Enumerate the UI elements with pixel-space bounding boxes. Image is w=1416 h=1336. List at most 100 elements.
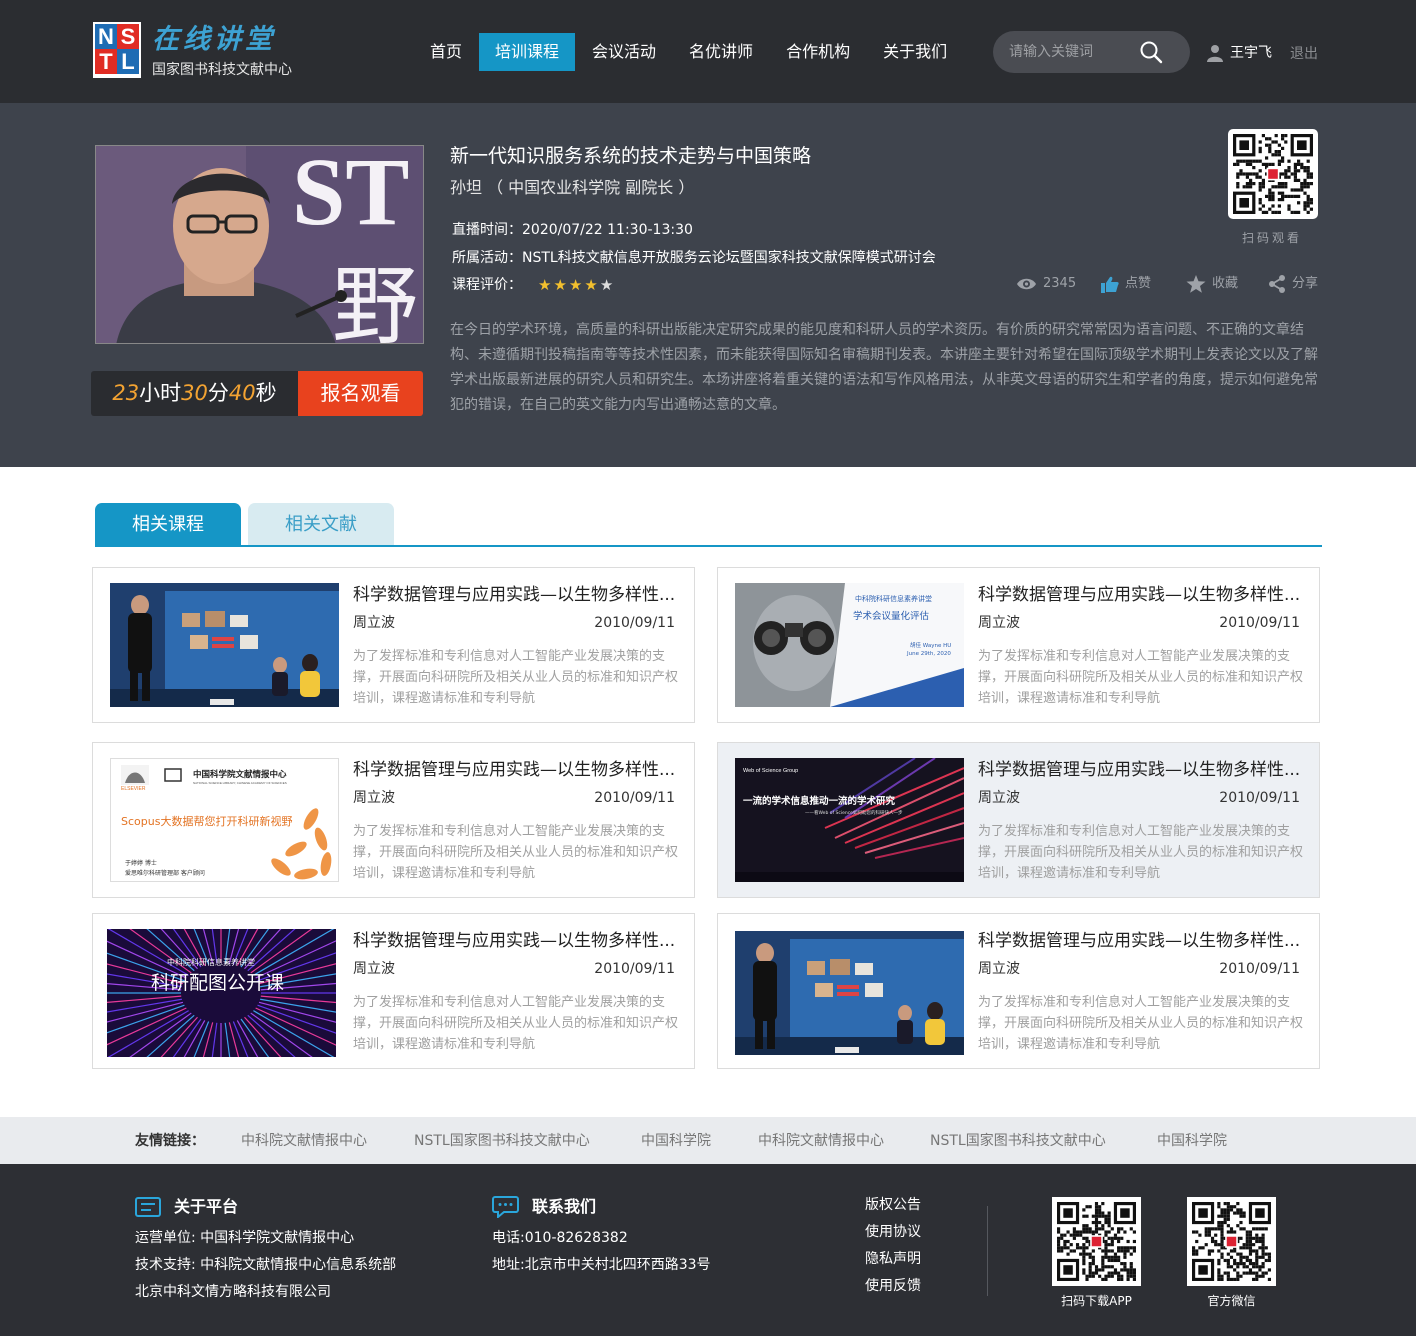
search-box (993, 31, 1190, 73)
course-card[interactable]: Web of Science Group 一流的学术信息推动一流的学术研究 ——… (717, 742, 1320, 898)
course-card-date: 2010/09/11 (1219, 790, 1300, 806)
signup-watch-button[interactable]: 报名观看 (298, 371, 423, 416)
about-company: 北京中科文情方略科技有限公司 (135, 1284, 331, 1300)
favorite-button[interactable]: 收藏 (1186, 274, 1238, 294)
search-input[interactable] (1009, 40, 1139, 64)
qr-code-icon (1057, 1202, 1136, 1281)
scopus-thumb-dept: 爱思唯尔科研管理部 客户顾问 (125, 869, 205, 877)
course-card-date: 2010/09/11 (1219, 615, 1300, 631)
logo-letter-n: N (95, 24, 117, 49)
binocular-thumb-date: June 29th, 2020 (906, 651, 951, 657)
binocular-thumb-author: 胡佳 Wayne HU (910, 641, 951, 649)
contact-address: 地址:北京市中关村北四环西路33号 (492, 1257, 711, 1273)
studio-thumbnail-image (110, 583, 339, 707)
scopus-thumb-org-en: NATIONAL SCIENCE LIBRARY, CHINESE ACADEM… (193, 781, 287, 785)
footer-link-privacy[interactable]: 隐私声明 (865, 1249, 921, 1269)
course-title: 新一代知识服务系统的技术走势与中国策略 (450, 145, 812, 167)
footer-link-terms[interactable]: 使用协议 (865, 1222, 921, 1242)
search-icon[interactable] (1139, 40, 1163, 64)
course-live-time: 直播时间：2020/07/22 11:30-13:30 (452, 222, 693, 238)
course-card-description: 为了发挥标准和专利信息对人工智能产业发展决策的支撑，开展面向科研院所及相关从业人… (353, 995, 679, 1052)
course-thumbnail: Web of Science Group 一流的学术信息推动一流的学术研究 ——… (735, 758, 964, 882)
course-card[interactable]: 中科院科研信息素养讲堂 学术会议量化评估 胡佳 Wayne HU June 29… (717, 567, 1320, 723)
friend-link[interactable]: 中科院文献情报中心 (758, 1131, 884, 1151)
logo-letter-t: T (95, 49, 117, 74)
share-icon (1269, 275, 1285, 293)
rating-star-filled: ★ (553, 276, 567, 294)
footer-divider (987, 1206, 988, 1296)
share-button[interactable]: 分享 (1268, 274, 1318, 294)
speaker-video-frame: ST 野 (96, 146, 423, 343)
course-thumbnail: ELSEVIER 中国科学院文献情报中心 NATIONAL SCIENCE LI… (110, 758, 339, 882)
document-icon (135, 1197, 161, 1217)
tab-related-courses[interactable]: 相关课程 (95, 503, 241, 546)
course-card-date: 2010/09/11 (1219, 961, 1300, 977)
scopus-thumb-brand: ELSEVIER (121, 786, 146, 792)
course-card[interactable]: 科学数据管理与应用实践—以生物多样性... 周立波 2010/09/11 为了发… (92, 567, 695, 723)
scopus-thumb-title-brand: Scopus (121, 815, 161, 828)
contact-heading: 联系我们 (492, 1196, 596, 1218)
wos-thumb-subtitle: ——看Web of Science如何助您的科研快人一步 (805, 809, 903, 816)
thumbs-up-icon (1101, 276, 1119, 293)
course-card-title: 科学数据管理与应用实践—以生物多样性... (978, 585, 1301, 605)
wos-thumb-title: 一流的学术信息推动一流的学术研究 (743, 795, 896, 807)
friend-link[interactable]: 中科院文献情报中心 (241, 1131, 367, 1151)
like-label: 点赞 (1125, 276, 1152, 291)
nstl-logo[interactable]: N S T L (93, 22, 141, 78)
friend-link[interactable]: 中国科学院 (641, 1131, 711, 1151)
friend-links-label: 友情链接： (135, 1133, 205, 1149)
course-video-thumbnail[interactable]: ST 野 (95, 145, 424, 344)
course-card-author: 周立波 (353, 615, 395, 631)
course-card-description: 为了发挥标准和专利信息对人工智能产业发展决策的支撑，开展面向科研院所及相关从业人… (978, 649, 1304, 706)
site-title: 在线讲堂 (152, 24, 276, 54)
like-button[interactable]: 点赞 (1101, 274, 1151, 294)
logout-link[interactable]: 退出 (1290, 45, 1318, 63)
footer-link-copyright[interactable]: 版权公告 (865, 1195, 921, 1215)
countdown-minutes-unit: 分 (207, 381, 229, 405)
nav-lecturers[interactable]: 名优讲师 (673, 33, 769, 71)
footer-link-feedback[interactable]: 使用反馈 (865, 1276, 921, 1296)
about-operator: 运营单位: 中国科学院文献情报中心 (135, 1230, 355, 1246)
view-count: 2345 (1016, 274, 1076, 294)
nav-conferences[interactable]: 会议活动 (576, 33, 672, 71)
rating-star-filled: ★ (584, 276, 598, 294)
view-count-value: 2345 (1043, 276, 1077, 291)
tab-related-literature[interactable]: 相关文献 (248, 503, 394, 546)
video-backdrop-letters: ST (292, 146, 409, 245)
friend-link[interactable]: NSTL国家图书科技文献中心 (930, 1131, 1106, 1151)
course-card[interactable]: ELSEVIER 中国科学院文献情报中心 NATIONAL SCIENCE LI… (92, 742, 695, 898)
course-card-description: 为了发挥标准和专利信息对人工智能产业发展决策的支撑，开展面向科研院所及相关从业人… (978, 824, 1304, 881)
nav-home[interactable]: 首页 (414, 33, 478, 71)
logo-letter-s: S (117, 24, 139, 49)
user-name[interactable]: 王宇飞 (1230, 44, 1272, 62)
nav-partners[interactable]: 合作机构 (770, 33, 866, 71)
course-card-title: 科学数据管理与应用实践—以生物多样性... (978, 931, 1301, 951)
scopus-thumb-org: 中国科学院文献情报中心 (193, 769, 287, 780)
eye-icon (1017, 278, 1036, 290)
course-card[interactable]: 中科院科研信息素养讲堂 科研配图公开课 科学数据管理与应用实践—以生物多样性..… (92, 913, 695, 1069)
course-thumbnail (735, 931, 964, 1055)
share-label: 分享 (1292, 276, 1319, 291)
nav-about[interactable]: 关于我们 (867, 33, 963, 71)
about-tech-support: 技术支持: 中科院文献情报中心信息系统部 (135, 1257, 397, 1273)
course-card[interactable]: 科学数据管理与应用实践—以生物多样性... 周立波 2010/09/11 为了发… (717, 913, 1320, 1069)
figure-course-thumbnail-image: 中科院科研信息素养讲堂 科研配图公开课 (107, 929, 336, 1057)
site-subtitle: 国家图书科技文献中心 (152, 61, 292, 77)
course-card-date: 2010/09/11 (594, 615, 675, 631)
countdown-seconds: 40 (228, 381, 256, 405)
countdown-hours-unit: 小时 (139, 381, 182, 405)
course-card-title: 科学数据管理与应用实践—以生物多样性... (353, 585, 676, 605)
qr-code-icon (1233, 134, 1313, 214)
nav-training-courses[interactable]: 培训课程 (479, 33, 576, 71)
course-speaker: 孙坦 （ 中国农业科学院 副院长 ） (450, 178, 695, 197)
main-nav: 首页 培训课程 会议活动 名优讲师 合作机构 关于我们 (414, 33, 964, 71)
friend-link[interactable]: 中国科学院 (1157, 1131, 1227, 1151)
course-thumbnail (110, 583, 339, 707)
qr-scan-label: 扫码观看 (1242, 231, 1303, 245)
friend-link[interactable]: NSTL国家图书科技文献中心 (414, 1131, 590, 1151)
logo-letter-l: L (117, 49, 139, 74)
course-card-date: 2010/09/11 (594, 961, 675, 977)
course-thumbnail: 中科院科研信息素养讲堂 学术会议量化评估 胡佳 Wayne HU June 29… (735, 583, 964, 707)
wechat-qr (1187, 1197, 1276, 1286)
course-rating-stars: ★ ★ ★ ★ ★ (538, 276, 615, 294)
